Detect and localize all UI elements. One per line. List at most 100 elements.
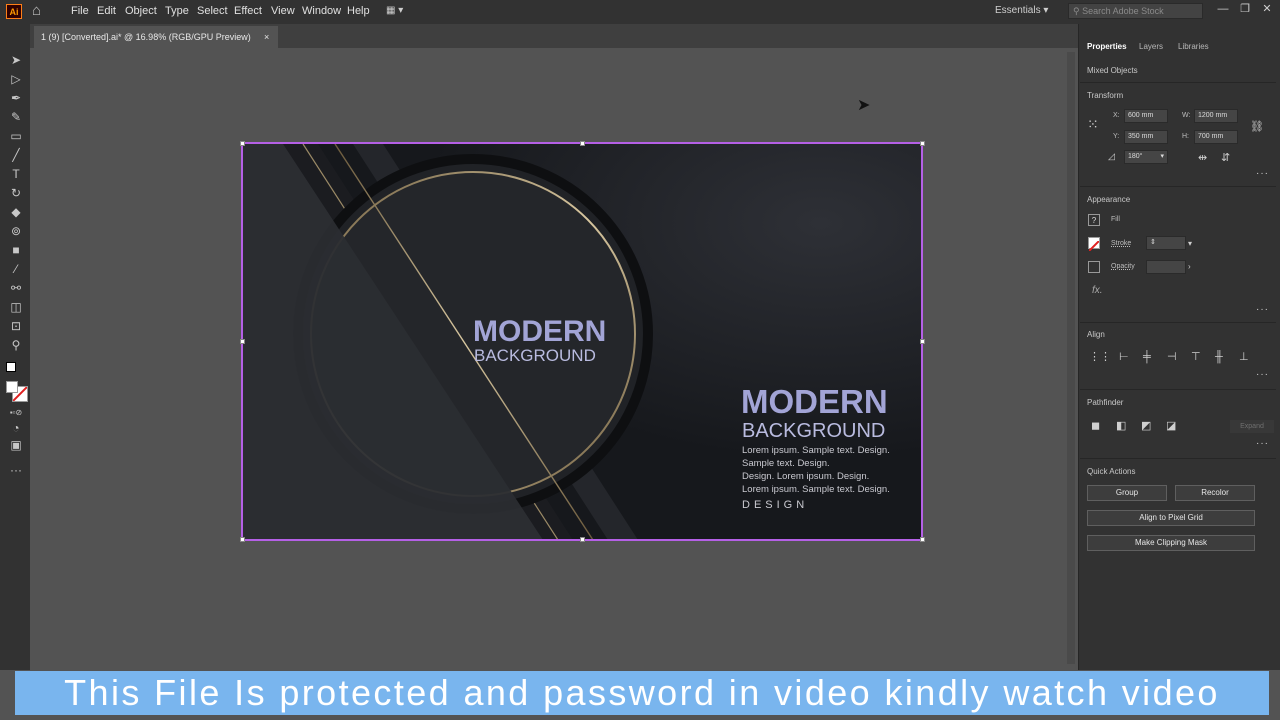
home-icon[interactable]: ⌂	[32, 3, 48, 19]
intersect-icon[interactable]: ◩	[1141, 420, 1151, 432]
align-top-icon[interactable]: ⊤	[1191, 351, 1201, 363]
arrange-documents-icon[interactable]: ▦ ▾	[386, 5, 416, 17]
fx-icon[interactable]: fx.	[1092, 285, 1103, 296]
opacity-label[interactable]: Opacity	[1111, 263, 1135, 270]
h-label: H:	[1182, 133, 1189, 140]
handle-top-right[interactable]	[920, 141, 925, 146]
reference-point-icon[interactable]: ⁙	[1087, 117, 1099, 131]
workspace-switcher[interactable]: Essentials ▾	[995, 3, 1048, 19]
app-logo: Ai	[6, 4, 22, 19]
eraser-tool-icon[interactable]: ◆	[8, 204, 24, 220]
y-field[interactable]: 350 mm	[1124, 130, 1168, 144]
more-options-icon[interactable]: ···	[1256, 304, 1269, 315]
constrain-proportions-icon[interactable]: ⛓	[1250, 121, 1264, 133]
menu-help[interactable]: Help	[347, 0, 370, 24]
paintbrush-tool-icon[interactable]: ╱	[8, 147, 24, 163]
selection-tool-icon[interactable]: ➤	[8, 52, 24, 68]
align-title: Align	[1087, 330, 1105, 339]
drawing-mode-icon[interactable]: ◔	[8, 420, 24, 436]
menu-select[interactable]: Select	[197, 0, 228, 24]
more-options-icon[interactable]: ···	[1256, 438, 1269, 449]
search-stock-input[interactable]: ⚲ Search Adobe Stock	[1068, 3, 1203, 19]
rectangle-tool-icon[interactable]: ▭	[8, 128, 24, 144]
shape-builder-tool-icon[interactable]: ◫	[8, 299, 24, 315]
blend-tool-icon[interactable]: ⚯	[8, 280, 24, 296]
unite-icon[interactable]: ◼	[1091, 420, 1100, 432]
align-vertical-center-icon[interactable]: ╫	[1215, 351, 1223, 363]
artboard-tool-icon[interactable]: ⊡	[8, 318, 24, 334]
color-mode-icon[interactable]: ▪▫⊘	[8, 405, 24, 421]
more-tools-icon[interactable]: ···	[8, 462, 24, 478]
menu-object[interactable]: Object	[125, 0, 157, 24]
document-tab[interactable]: 1 (9) [Converted].ai* @ 16.98% (RGB/GPU …	[34, 26, 278, 48]
x-field[interactable]: 600 mm	[1124, 109, 1168, 123]
exclude-icon[interactable]: ◪	[1166, 420, 1176, 432]
group-button[interactable]: Group	[1087, 485, 1167, 501]
fill-swatch-mixed-icon[interactable]: ?	[1088, 214, 1100, 226]
stroke-none-icon[interactable]	[1088, 237, 1100, 252]
menu-window[interactable]: Window	[302, 0, 341, 24]
align-right-icon[interactable]: ⊣	[1167, 351, 1177, 363]
fill-swatch-icon[interactable]	[6, 381, 18, 393]
flip-horizontal-icon[interactable]: ⇹	[1198, 152, 1207, 164]
type-tool-icon[interactable]: T	[8, 166, 24, 182]
none-slash-icon	[1088, 240, 1100, 252]
w-field[interactable]: 1200 mm	[1194, 109, 1238, 123]
handle-middle-left[interactable]	[240, 339, 245, 344]
handle-bottom-right[interactable]	[920, 537, 925, 542]
divider	[1080, 82, 1276, 83]
warp-tool-icon[interactable]: ⊚	[8, 223, 24, 239]
gradient-tool-icon[interactable]: ■	[8, 242, 24, 258]
curvature-tool-icon[interactable]: ✎	[8, 109, 24, 125]
more-options-icon[interactable]: ···	[1256, 369, 1269, 380]
close-tab-icon[interactable]: ×	[264, 26, 269, 48]
rotate-tool-icon[interactable]: ↻	[8, 185, 24, 201]
menu-file[interactable]: File	[71, 0, 89, 24]
default-colors-icon[interactable]	[6, 362, 16, 372]
align-to-pixel-grid-button[interactable]: Align to Pixel Grid	[1087, 510, 1255, 526]
align-to-icon[interactable]: ⋮⋮	[1089, 351, 1111, 363]
restore-icon[interactable]: ❐	[1236, 2, 1254, 16]
stroke-dropdown-icon[interactable]: ▾	[1188, 238, 1192, 250]
handle-bottom-left[interactable]	[240, 537, 245, 542]
tab-layers[interactable]: Layers	[1139, 40, 1163, 54]
handle-middle-right[interactable]	[920, 339, 925, 344]
pen-tool-icon[interactable]: ✒	[8, 90, 24, 106]
divider	[1080, 458, 1276, 459]
align-bottom-icon[interactable]: ⊥	[1239, 351, 1249, 363]
handle-bottom-center[interactable]	[580, 537, 585, 542]
minus-front-icon[interactable]: ◧	[1116, 420, 1126, 432]
minimize-icon[interactable]: —	[1214, 2, 1232, 16]
h-field[interactable]: 700 mm	[1194, 130, 1238, 144]
expand-button[interactable]: Expand	[1230, 420, 1274, 433]
zoom-tool-icon[interactable]: ⚲	[8, 337, 24, 353]
direct-selection-tool-icon[interactable]: ▷	[8, 71, 24, 87]
stroke-label[interactable]: Stroke	[1111, 240, 1131, 247]
more-options-icon[interactable]: ···	[1256, 168, 1269, 179]
tab-libraries[interactable]: Libraries	[1178, 40, 1209, 54]
stroke-weight-field[interactable]: ⇕	[1146, 236, 1186, 250]
menu-type[interactable]: Type	[165, 0, 189, 24]
tab-properties[interactable]: Properties	[1087, 40, 1127, 54]
menu-view[interactable]: View	[271, 0, 295, 24]
align-horizontal-center-icon[interactable]: ╪	[1143, 351, 1151, 363]
handle-top-left[interactable]	[240, 141, 245, 146]
workspace-label: Essentials	[995, 5, 1041, 16]
selection-bounding-box[interactable]	[241, 142, 923, 541]
opacity-swatch-icon[interactable]	[1088, 261, 1100, 273]
opacity-expand-icon[interactable]: ›	[1188, 261, 1191, 273]
menu-effect[interactable]: Effect	[234, 0, 262, 24]
vertical-scrollbar[interactable]	[1067, 52, 1075, 664]
align-left-icon[interactable]: ⊢	[1119, 351, 1129, 363]
handle-top-center[interactable]	[580, 141, 585, 146]
flip-vertical-icon[interactable]: ⇵	[1221, 152, 1230, 164]
recolor-button[interactable]: Recolor	[1175, 485, 1255, 501]
opacity-field[interactable]	[1146, 260, 1186, 274]
eyedropper-tool-icon[interactable]: ⁄	[8, 261, 24, 277]
close-icon[interactable]: ✕	[1258, 2, 1276, 16]
screen-mode-icon[interactable]: ▣	[8, 437, 24, 453]
rotate-angle-field[interactable]: 180° ▾	[1124, 150, 1168, 164]
menu-edit[interactable]: Edit	[97, 0, 116, 24]
quick-actions-title: Quick Actions	[1087, 467, 1136, 476]
make-clipping-mask-button[interactable]: Make Clipping Mask	[1087, 535, 1255, 551]
